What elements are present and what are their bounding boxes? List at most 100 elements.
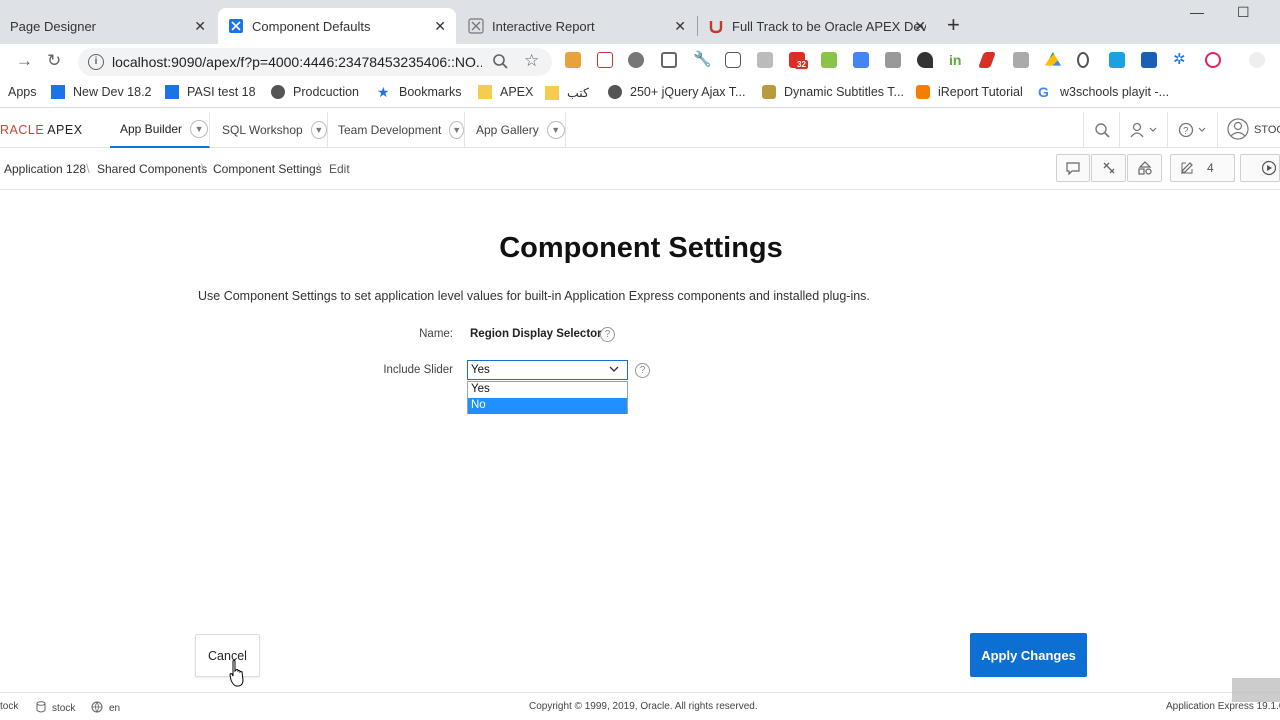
help-menu-icon[interactable]: ? xyxy=(1167,112,1217,148)
breadcrumb: Application 128 \ Shared Components \ Co… xyxy=(0,150,1280,190)
tab-full-track[interactable]: Full Track to be Oracle APEX Dev ✕ xyxy=(698,8,936,44)
extension-icon[interactable] xyxy=(597,52,613,68)
chevron-down-icon[interactable]: ▼ xyxy=(190,120,209,138)
footer-language[interactable]: en xyxy=(91,701,120,716)
close-icon[interactable]: ✕ xyxy=(674,18,686,34)
extension-icon[interactable] xyxy=(757,52,773,68)
apply-changes-button[interactable]: Apply Changes xyxy=(970,633,1087,677)
bookmark-prodcuction[interactable]: Prodcuction xyxy=(271,85,359,99)
site-info-icon[interactable]: i xyxy=(88,54,104,70)
nav-sql-workshop[interactable]: SQL Workshop ▼ xyxy=(212,112,328,148)
shared-components-button[interactable] xyxy=(1127,154,1162,182)
nav-app-gallery[interactable]: App Gallery ▼ xyxy=(466,112,566,148)
nav-app-builder[interactable]: App Builder ▼ xyxy=(110,112,210,148)
bookmark-new-dev[interactable]: New Dev 18.2 xyxy=(51,85,152,99)
tab-label: Interactive Report xyxy=(492,18,595,34)
bookmark-label: APEX xyxy=(500,85,534,99)
breadcrumb-shared-components[interactable]: Shared Components xyxy=(97,162,207,176)
nav-team-development[interactable]: Team Development ▼ xyxy=(328,112,465,148)
extension-icon[interactable] xyxy=(565,52,581,68)
include-slider-help-icon[interactable]: ? xyxy=(635,363,650,378)
admin-menu-icon[interactable] xyxy=(1119,112,1167,148)
apex-favicon-icon xyxy=(228,18,244,34)
globe-icon xyxy=(271,85,285,99)
pocket-icon[interactable] xyxy=(725,52,741,68)
name-help-icon[interactable]: ? xyxy=(600,327,615,342)
bookmark-w3schools[interactable]: G w3schools playit -... xyxy=(1038,85,1169,99)
bookmark-pasi-test[interactable]: PASI test 18 xyxy=(165,85,256,99)
breadcrumb-component-settings[interactable]: Component Settings xyxy=(213,162,322,176)
close-icon[interactable]: ✕ xyxy=(434,18,446,34)
badge-icon xyxy=(762,85,776,99)
include-slider-select[interactable]: Yes xyxy=(467,360,628,380)
maximize-icon[interactable]: ☐ xyxy=(1237,4,1250,21)
breadcrumb-application[interactable]: Application 128 xyxy=(4,162,86,176)
extension-icon[interactable] xyxy=(1077,52,1089,68)
extension-icon[interactable] xyxy=(917,52,933,68)
bookmark-star-icon[interactable]: ☆ xyxy=(524,51,539,71)
extension-icon[interactable] xyxy=(628,52,644,68)
extension-icon[interactable] xyxy=(821,52,837,68)
footer-schema[interactable]: stock xyxy=(36,701,75,716)
footer-workspace[interactable]: tock xyxy=(0,701,18,712)
wrench-icon[interactable]: 🔧 xyxy=(693,52,712,68)
apex-header: RACLE APEX App Builder ▼ SQL Workshop ▼ T… xyxy=(0,112,1280,148)
download-icon[interactable] xyxy=(1141,52,1157,68)
gmail-badge: 32 xyxy=(795,60,808,69)
extension-icon[interactable] xyxy=(661,52,677,68)
translate-icon[interactable] xyxy=(853,52,869,68)
forward-icon[interactable]: → xyxy=(16,52,33,70)
tab-page-designer[interactable]: Page Designer ✕ xyxy=(0,8,216,44)
tab-component-defaults[interactable]: Component Defaults ✕ xyxy=(218,8,456,44)
gmail-icon[interactable]: 32 xyxy=(789,52,808,69)
linkedin-icon[interactable]: in xyxy=(949,52,965,68)
version-text: Application Express 19.1.0 xyxy=(1166,701,1280,712)
chevron-down-icon[interactable]: ▼ xyxy=(449,121,464,139)
url-text[interactable]: localhost:9090/apex/f?p=4000:4446:234784… xyxy=(112,54,482,70)
close-icon[interactable]: ✕ xyxy=(914,18,926,34)
include-slider-label: Include Slider xyxy=(383,364,453,376)
bookmark-bookmarks[interactable]: ★ Bookmarks xyxy=(377,85,462,99)
nav-label: App Builder xyxy=(120,122,183,136)
bookmark-jquery[interactable]: 250+ jQuery Ajax T... xyxy=(608,85,745,99)
include-slider-value: Yes xyxy=(471,364,490,376)
edit-page-button[interactable]: 4 xyxy=(1170,154,1235,182)
close-icon[interactable]: ✕ xyxy=(194,18,206,34)
chevron-down-icon[interactable]: ▼ xyxy=(546,121,565,139)
comments-button[interactable] xyxy=(1056,154,1090,182)
option-yes[interactable]: Yes xyxy=(468,382,627,398)
bookmark-ireport[interactable]: iReport Tutorial xyxy=(916,85,1023,99)
minimize-icon[interactable]: — xyxy=(1190,4,1204,20)
extension-icon[interactable] xyxy=(885,52,901,68)
search-icon[interactable] xyxy=(1083,112,1119,148)
extension-icon[interactable]: ✲ xyxy=(1173,52,1189,68)
user-menu[interactable]: STOC xyxy=(1217,112,1280,148)
bookmark-label: Bookmarks xyxy=(399,85,462,99)
bookmark-label: Prodcuction xyxy=(293,85,360,99)
bookmark-label: 250+ jQuery Ajax T... xyxy=(630,85,746,99)
reload-icon[interactable]: ↻ xyxy=(47,52,61,70)
run-page-button[interactable] xyxy=(1240,154,1280,182)
chevron-down-icon[interactable]: ▼ xyxy=(310,121,327,139)
zoom-icon[interactable] xyxy=(492,53,508,72)
bookmark-books-folder[interactable]: كتب xyxy=(545,85,589,100)
extension-icon[interactable] xyxy=(1013,52,1029,68)
tab-label: Component Defaults xyxy=(252,18,371,34)
copyright-text: Copyright © 1999, 2019, Oracle. All righ… xyxy=(529,701,758,712)
oracle-apex-logo[interactable]: RACLE APEX xyxy=(0,123,83,137)
bookmark-label: Dynamic Subtitles T... xyxy=(784,85,904,99)
extension-icon[interactable] xyxy=(1205,52,1221,68)
bookmark-apps[interactable]: Apps xyxy=(8,85,37,99)
bookmark-apex-folder[interactable]: APEX xyxy=(478,85,533,99)
team-dev-button[interactable] xyxy=(1091,154,1126,182)
url-field[interactable]: i localhost:9090/apex/f?p=4000:4446:2347… xyxy=(78,48,552,76)
new-tab-icon[interactable]: + xyxy=(947,14,960,36)
cancel-button[interactable]: Cancel xyxy=(195,634,260,677)
option-no[interactable]: No xyxy=(468,398,627,414)
tab-interactive-report[interactable]: Interactive Report ✕ xyxy=(458,8,696,44)
breadcrumb-separator: \ xyxy=(86,161,90,176)
extension-icon[interactable] xyxy=(1109,52,1125,68)
profile-icon[interactable] xyxy=(1249,52,1265,68)
bookmark-label: iReport Tutorial xyxy=(938,85,1023,99)
bookmark-dynamic-subtitles[interactable]: Dynamic Subtitles T... xyxy=(762,85,904,99)
